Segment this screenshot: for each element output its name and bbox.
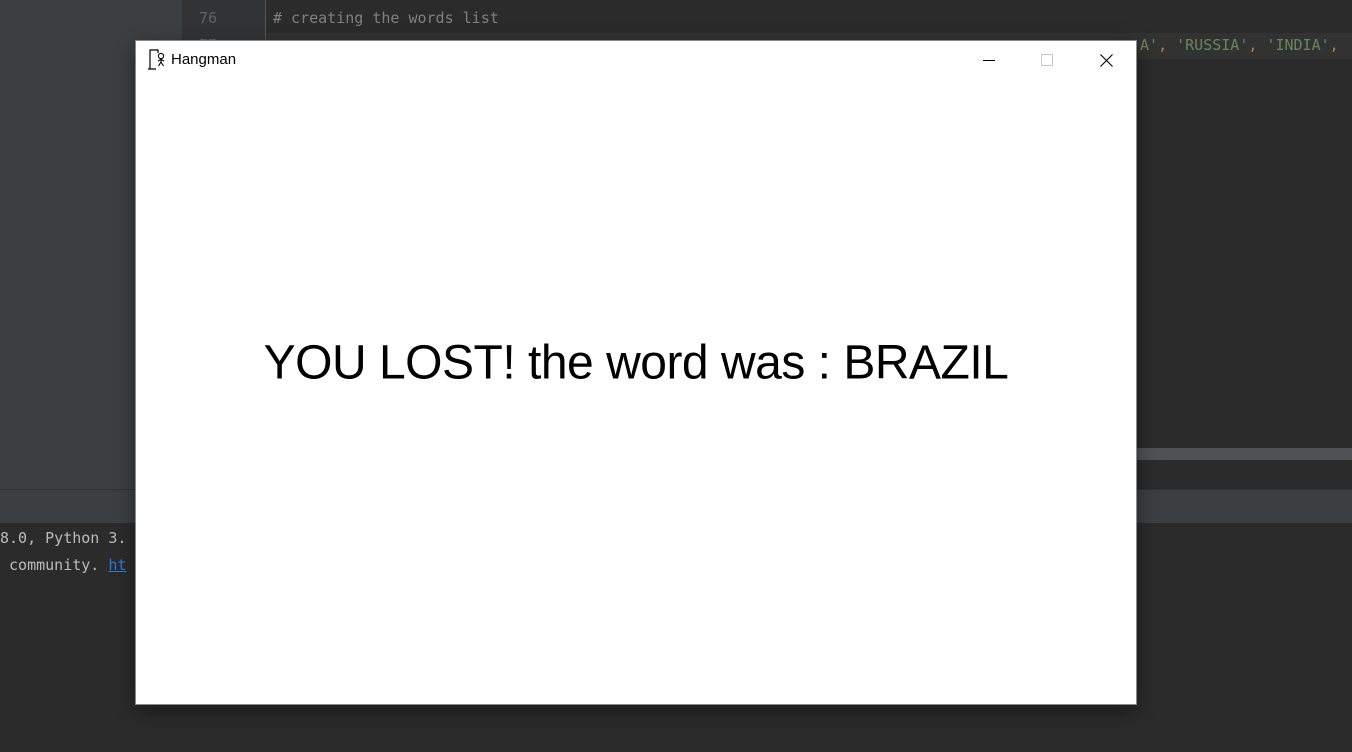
console-line: community. ht bbox=[0, 556, 126, 574]
line-number: 76 bbox=[198, 9, 217, 27]
code-punctuation: , bbox=[1329, 36, 1339, 54]
code-punctuation: , bbox=[1158, 36, 1177, 54]
hangman-window[interactable]: Hangman YOU LOST! the word was : BRAZIL bbox=[136, 41, 1136, 704]
code-string: 'INDIA' bbox=[1266, 36, 1330, 54]
code-punctuation: , bbox=[1248, 36, 1267, 54]
game-result-message: YOU LOST! the word was : BRAZIL bbox=[263, 336, 1009, 390]
close-icon bbox=[1099, 53, 1113, 67]
code-string: A' bbox=[1140, 36, 1159, 54]
title-bar[interactable]: Hangman bbox=[136, 41, 1136, 79]
window-title: Hangman bbox=[171, 51, 237, 68]
maximize-button[interactable] bbox=[1018, 41, 1076, 79]
close-button[interactable] bbox=[1077, 41, 1135, 79]
minimize-button[interactable] bbox=[960, 41, 1018, 79]
hangman-gallows-icon bbox=[146, 48, 166, 70]
minimize-icon bbox=[983, 54, 995, 66]
console-link[interactable]: ht bbox=[108, 556, 126, 574]
code-string: 'RUSSIA' bbox=[1176, 36, 1249, 54]
game-canvas[interactable]: YOU LOST! the word was : BRAZIL bbox=[136, 79, 1136, 704]
console-line: 8.0, Python 3. bbox=[0, 529, 127, 547]
code-line-comment[interactable]: # creating the words list bbox=[273, 9, 499, 27]
maximize-icon bbox=[1041, 54, 1053, 66]
console-text: community. bbox=[0, 556, 109, 574]
editor-horizontal-scrollbar[interactable] bbox=[1136, 448, 1352, 460]
